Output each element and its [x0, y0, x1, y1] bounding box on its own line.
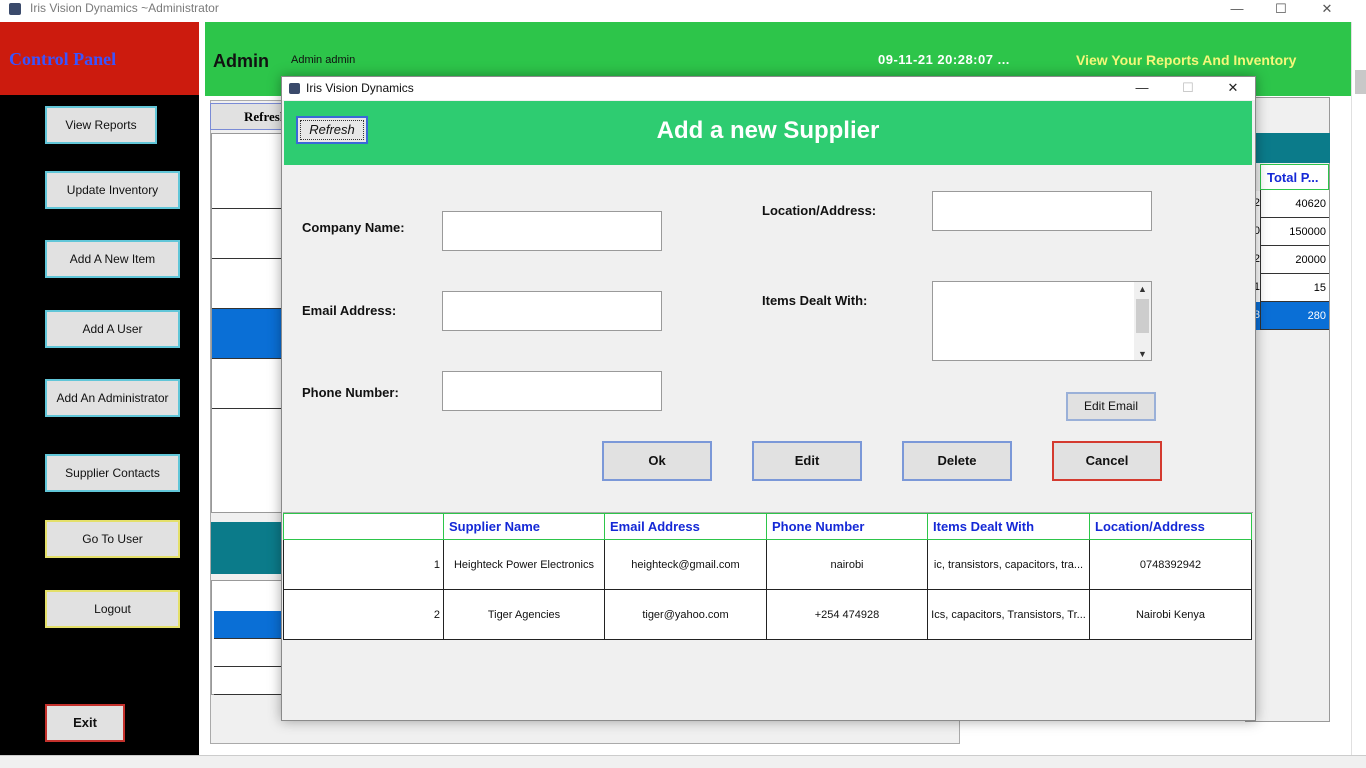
go-to-user-button[interactable]: Go To User — [45, 520, 180, 558]
exit-button[interactable]: Exit — [45, 704, 125, 742]
email-address-label: Email Address: — [302, 303, 397, 318]
column-header-index[interactable] — [283, 513, 444, 540]
table-cell[interactable]: 280 — [1260, 302, 1329, 330]
row-index[interactable]: 1 — [283, 539, 444, 590]
control-panel-title: Control Panel — [9, 49, 117, 69]
user-name: Admin admin — [291, 54, 356, 66]
logout-button[interactable]: Logout — [45, 590, 180, 628]
add-new-item-button[interactable]: Add A New Item — [45, 240, 180, 278]
total-price-column-header[interactable]: Total P... — [1260, 164, 1329, 190]
table-row[interactable] — [212, 359, 288, 409]
items-dealt-with-textarea[interactable]: ▲ ▼ — [932, 281, 1152, 361]
dialog-titlebar: Iris Vision Dynamics — ☐ ✕ — [282, 77, 1255, 100]
table-row[interactable] — [212, 309, 288, 359]
delete-button[interactable]: Delete — [902, 441, 1012, 481]
table-cell[interactable]: 150000 — [1260, 218, 1329, 246]
items-dealt-with-cell[interactable]: ic, transistors, capacitors, tra... — [927, 539, 1090, 590]
scroll-up-icon[interactable]: ▲ — [1138, 284, 1147, 294]
column-header-email-address[interactable]: Email Address — [604, 513, 767, 540]
background-grid — [211, 133, 289, 513]
scrollbar-thumb[interactable] — [1136, 299, 1149, 333]
app-icon — [9, 3, 21, 15]
table-row[interactable]: 2 Tiger Agencies tiger@yahoo.com +254 47… — [283, 589, 1252, 640]
row-index[interactable]: 2 — [283, 589, 444, 640]
add-user-button[interactable]: Add A User — [45, 310, 180, 348]
background-teal-band — [211, 522, 289, 574]
location-address-cell[interactable]: 0748392942 — [1089, 539, 1252, 590]
table-row[interactable] — [214, 667, 286, 695]
table-row[interactable] — [212, 209, 288, 259]
control-panel-header: Control Panel — [0, 22, 199, 95]
minimize-button[interactable]: — — [1214, 0, 1260, 22]
column-header-supplier-name[interactable]: Supplier Name — [443, 513, 605, 540]
email-address-cell[interactable]: tiger@yahoo.com — [604, 589, 767, 640]
datetime-display: 09-11-21 20:28:07 ... — [878, 52, 1010, 67]
table-header-row: Supplier Name Email Address Phone Number… — [283, 513, 1252, 540]
supplier-name-cell[interactable]: Tiger Agencies — [443, 589, 605, 640]
table-row[interactable] — [214, 639, 286, 667]
table-row[interactable] — [212, 159, 288, 209]
edit-email-button[interactable]: Edit Email — [1066, 392, 1156, 421]
view-reports-button[interactable]: View Reports — [45, 106, 157, 144]
view-reports-link[interactable]: View Your Reports And Inventory — [1076, 52, 1296, 68]
dialog-maximize-button[interactable]: ☐ — [1165, 77, 1211, 100]
column-header-location-address[interactable]: Location/Address — [1089, 513, 1252, 540]
table-cell[interactable]: 15 — [1260, 274, 1329, 302]
edit-button[interactable]: Edit — [752, 441, 862, 481]
phone-number-input[interactable] — [442, 371, 662, 411]
phone-number-cell[interactable]: +254 474928 — [766, 589, 928, 640]
dialog-title: Iris Vision Dynamics — [306, 81, 414, 95]
dialog-app-icon — [289, 83, 300, 94]
textarea-scrollbar[interactable]: ▲ ▼ — [1134, 282, 1151, 360]
role-label: Admin — [213, 51, 269, 71]
ok-button[interactable]: Ok — [602, 441, 712, 481]
main-titlebar: Iris Vision Dynamics ~Administrator — ☐ … — [0, 0, 1366, 22]
dialog-heading: Add a new Supplier — [656, 117, 880, 144]
location-address-input[interactable] — [932, 191, 1152, 231]
dialog-close-button[interactable]: ✕ — [1210, 77, 1256, 100]
add-administrator-button[interactable]: Add An Administrator — [45, 379, 180, 417]
maximize-button[interactable]: ☐ — [1258, 0, 1304, 22]
update-inventory-button[interactable]: Update Inventory — [45, 171, 180, 209]
location-address-cell[interactable]: Nairobi Kenya — [1089, 589, 1252, 640]
company-name-label: Company Name: — [302, 220, 405, 235]
close-button[interactable]: ✕ — [1304, 0, 1350, 22]
email-address-input[interactable] — [442, 291, 662, 331]
items-dealt-with-label: Items Dealt With: — [762, 293, 868, 308]
table-cell[interactable]: 20000 — [1260, 246, 1329, 274]
phone-number-cell[interactable]: nairobi — [766, 539, 928, 590]
dialog-header: Refresh Add a new Supplier — [284, 101, 1252, 165]
supplier-name-cell[interactable]: Heighteck Power Electronics — [443, 539, 605, 590]
dialog-minimize-button[interactable]: — — [1119, 77, 1165, 100]
table-row[interactable] — [212, 259, 288, 309]
main-scrollbar[interactable] — [1351, 22, 1366, 755]
add-supplier-dialog: Iris Vision Dynamics — ☐ ✕ Refresh Add a… — [281, 76, 1256, 721]
table-row[interactable]: 1 Heighteck Power Electronics heighteck@… — [283, 539, 1252, 590]
scrollbar-thumb[interactable] — [1355, 70, 1366, 94]
company-name-input[interactable] — [442, 211, 662, 251]
supplier-table: Supplier Name Email Address Phone Number… — [283, 512, 1253, 720]
control-panel-sidebar: View Reports Update Inventory Add A New … — [0, 95, 199, 755]
cancel-button[interactable]: Cancel — [1052, 441, 1162, 481]
items-dealt-with-cell[interactable]: Ics, capacitors, Transistors, Tr... — [927, 589, 1090, 640]
right-teal-band — [1255, 133, 1330, 163]
scroll-down-icon[interactable]: ▼ — [1138, 349, 1147, 359]
supplier-contacts-button[interactable]: Supplier Contacts — [45, 454, 180, 492]
table-cell[interactable]: 40620 — [1260, 190, 1329, 218]
location-address-label: Location/Address: — [762, 203, 877, 218]
background-grid-2 — [211, 580, 289, 695]
column-header-phone-number[interactable]: Phone Number — [766, 513, 928, 540]
phone-number-label: Phone Number: — [302, 385, 399, 400]
table-row[interactable] — [214, 611, 286, 639]
column-header-items-dealt-with[interactable]: Items Dealt With — [927, 513, 1090, 540]
email-address-cell[interactable]: heighteck@gmail.com — [604, 539, 767, 590]
bottom-edge — [0, 755, 1366, 768]
background-refresh-button[interactable]: Refresh — [210, 103, 290, 130]
window-title: Iris Vision Dynamics ~Administrator — [30, 1, 219, 15]
